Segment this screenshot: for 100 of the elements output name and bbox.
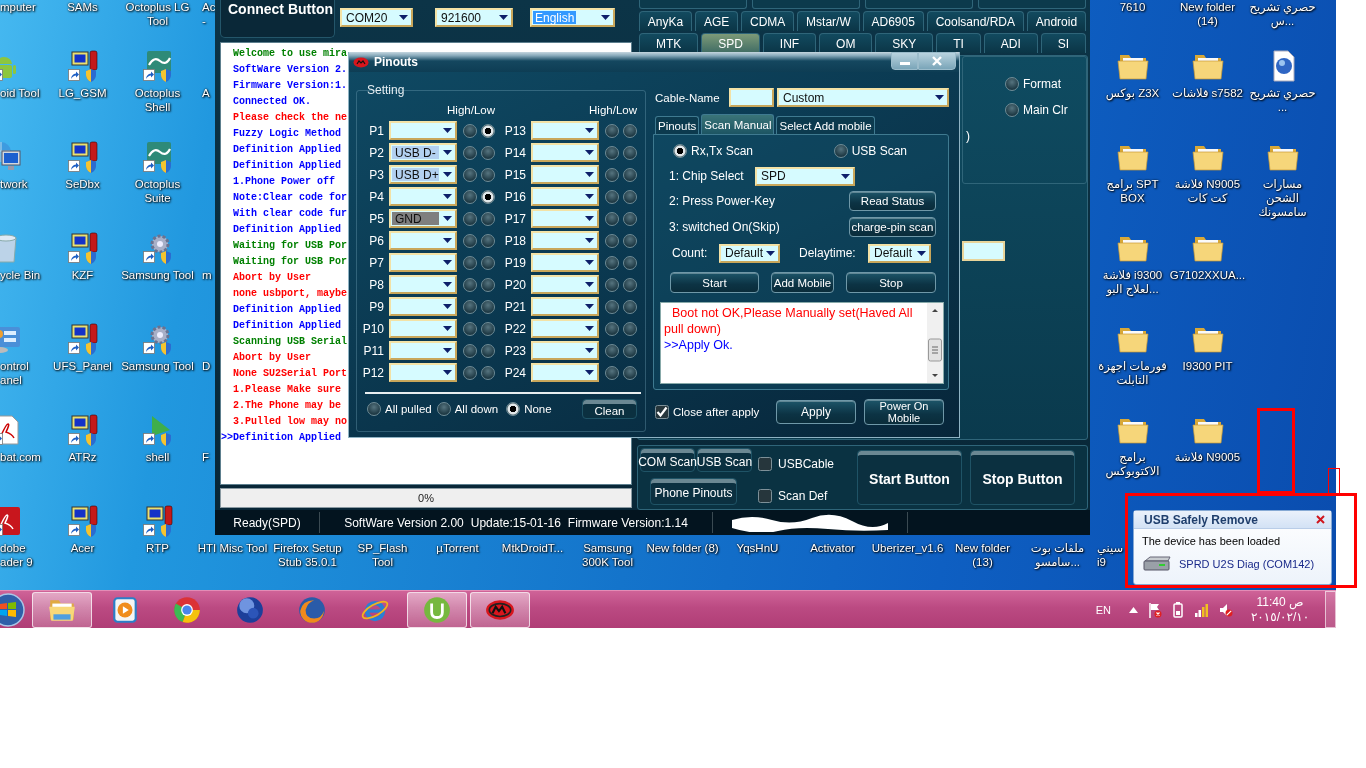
radio-button[interactable] [1005, 103, 1019, 117]
tab[interactable]: SPD [701, 33, 760, 53]
radio-label[interactable]: Rx,Tx Scan [691, 144, 753, 158]
radio-label[interactable]: Format [1023, 77, 1061, 91]
dropdown[interactable] [389, 297, 457, 316]
checkbox-label[interactable]: Scan Def [778, 489, 828, 503]
monitor-phone-icon[interactable] [66, 232, 99, 264]
radio-button[interactable] [605, 299, 619, 314]
radio-button[interactable] [481, 299, 495, 314]
tab[interactable]: AGE [695, 11, 739, 31]
radio-button[interactable] [481, 145, 495, 160]
monitor-phone-icon[interactable] [66, 323, 99, 355]
scrollbar[interactable] [927, 303, 943, 383]
radio-button[interactable] [623, 123, 637, 138]
dropdown[interactable]: USB D- [389, 143, 457, 162]
desktop-label[interactable]: µTorrent [436, 541, 479, 555]
radio-button[interactable] [481, 167, 495, 182]
close-button[interactable] [918, 52, 956, 70]
signal-icon[interactable] [1195, 602, 1209, 617]
step-button[interactable]: charge-pin scan [849, 217, 936, 237]
show-desktop-button[interactable] [1325, 591, 1336, 628]
caret-up-icon[interactable] [1129, 606, 1138, 613]
checkbox[interactable] [655, 405, 669, 419]
checkbox-label[interactable]: USBCable [778, 457, 835, 471]
radio-button[interactable] [463, 299, 477, 314]
clean-button[interactable]: Clean [582, 399, 637, 419]
scan-button[interactable]: Stop [846, 272, 936, 293]
radio-button[interactable] [481, 211, 495, 226]
dropdown[interactable] [531, 121, 599, 140]
radio-button[interactable] [623, 343, 637, 358]
monitor-phone-icon[interactable] [66, 414, 99, 446]
radio-button[interactable] [673, 144, 687, 158]
monitor-phone-icon[interactable] [66, 141, 99, 173]
tab[interactable]: Mstar/W [797, 11, 860, 31]
radio-button[interactable] [463, 123, 477, 138]
radio-button[interactable] [623, 255, 637, 270]
dropdown[interactable] [531, 231, 599, 250]
dropdown[interactable] [531, 253, 599, 272]
desktop-label[interactable]: Samsung 300K Tool [571, 541, 644, 569]
tab[interactable]: Scan Manual [701, 114, 775, 134]
checkbox-label[interactable]: Close after apply [673, 406, 760, 418]
desktop-label[interactable]: ملفات بوت سامسو... [1021, 541, 1094, 569]
radio-button[interactable] [481, 277, 495, 292]
radio-button[interactable] [463, 233, 477, 248]
device-name[interactable]: SPRD U2S Diag (COM142) [1179, 558, 1315, 570]
radio-button[interactable] [605, 343, 619, 358]
tab[interactable]: ADI [983, 33, 1038, 53]
radio-button[interactable] [605, 277, 619, 292]
radio-label[interactable]: All down [454, 403, 499, 415]
dropdown[interactable] [531, 319, 599, 338]
desktop-label[interactable]: YqsHnU [736, 541, 779, 555]
radio-button[interactable] [623, 321, 637, 336]
radio-button[interactable] [506, 402, 521, 416]
radio-button[interactable] [605, 167, 619, 182]
tab[interactable]: OM [819, 33, 873, 53]
radio-button[interactable] [605, 233, 619, 248]
radio-label[interactable]: USB Scan [851, 144, 907, 158]
dropdown[interactable] [531, 165, 599, 184]
radio-button[interactable] [463, 365, 477, 380]
dropdown[interactable] [531, 297, 599, 316]
desktop-label[interactable]: New folder (13) [946, 541, 1019, 569]
radio-button[interactable] [481, 255, 495, 270]
dropdown[interactable] [531, 341, 599, 360]
tab[interactable]: SI [1040, 33, 1086, 53]
tab[interactable]: Android [1026, 11, 1086, 31]
radio-button[interactable] [463, 321, 477, 336]
input-field[interactable] [729, 88, 774, 107]
radio-button[interactable] [605, 255, 619, 270]
desktop-label[interactable]: Activator [810, 541, 855, 555]
radio-button[interactable] [463, 167, 477, 182]
radio-button[interactable] [605, 211, 619, 226]
radio-button[interactable] [623, 365, 637, 380]
dropdown[interactable] [389, 319, 457, 338]
radio-button[interactable] [623, 277, 637, 292]
dropdown[interactable]: COM20 [340, 8, 413, 27]
start-button[interactable] [0, 591, 28, 628]
flag-icon[interactable] [1148, 601, 1162, 618]
dropdown[interactable] [389, 275, 457, 294]
battery-icon[interactable] [1173, 601, 1183, 618]
dropdown[interactable] [531, 143, 599, 162]
power-button[interactable]: Power On Mobile [864, 399, 944, 425]
dropdown[interactable] [389, 341, 457, 360]
gear-icon[interactable] [141, 232, 174, 264]
minimize-button[interactable] [891, 52, 918, 70]
apply-button[interactable]: Apply [776, 400, 856, 424]
desktop-label[interactable]: New folder (8) [646, 541, 719, 555]
action-button[interactable]: Start Button [857, 450, 962, 505]
desktop-label[interactable]: مسارات الشحن سامسونك [1245, 177, 1320, 219]
input-field[interactable] [962, 241, 1005, 261]
radio-button[interactable] [481, 233, 495, 248]
radio-label[interactable]: None [524, 403, 552, 415]
radio-button[interactable] [481, 365, 495, 380]
radio-button[interactable] [623, 167, 637, 182]
radio-button[interactable] [436, 402, 451, 416]
dropdown[interactable]: Default [868, 243, 931, 263]
dropdown[interactable] [531, 209, 599, 228]
desktop-label[interactable]: Uberizer_v1.6 [871, 541, 944, 555]
radio-button[interactable] [605, 189, 619, 204]
radio-button[interactable] [833, 144, 848, 158]
monitor-phone-icon[interactable] [66, 50, 99, 82]
